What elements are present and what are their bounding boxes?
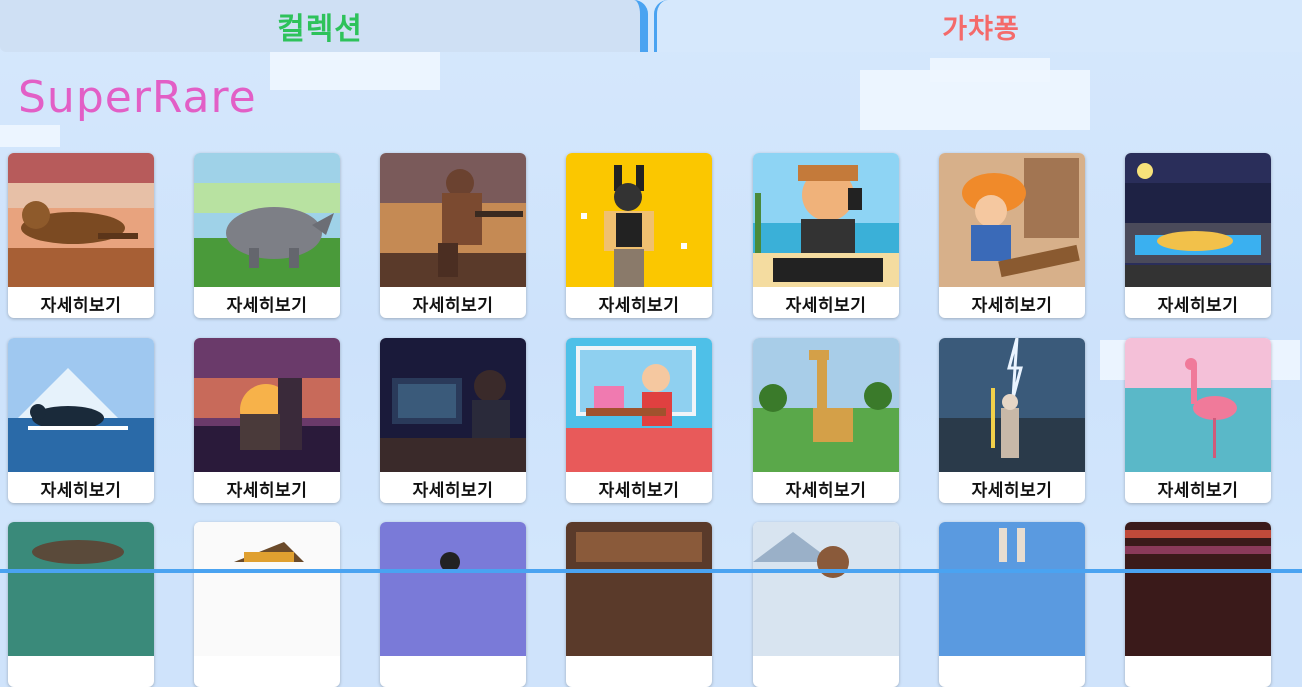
collection-card[interactable]: 자세히보기 (194, 153, 340, 318)
collection-card[interactable]: 자세히보기 (1125, 338, 1271, 503)
detail-button-label: 자세히보기 (1157, 480, 1239, 501)
detail-button-label: 자세히보기 (785, 480, 867, 501)
collection-card[interactable]: 자세히보기 (194, 338, 340, 503)
card-thumbnail (380, 338, 526, 472)
card-thumbnail (194, 522, 340, 656)
card-thumbnail (753, 153, 899, 287)
card-thumbnail (566, 522, 712, 656)
section-title: SuperRare (18, 72, 257, 123)
card-thumbnail (753, 522, 899, 656)
collection-card[interactable]: 자세히보기 (566, 338, 712, 503)
collection-card[interactable] (8, 522, 154, 687)
detail-button-label: 자세히보기 (412, 295, 494, 316)
card-thumbnail (1125, 153, 1271, 287)
collection-card[interactable]: 자세히보기 (753, 338, 899, 503)
card-thumbnail (939, 153, 1085, 287)
collection-card[interactable] (380, 522, 526, 687)
detail-button-label: 자세히보기 (40, 295, 122, 316)
collection-card[interactable] (1125, 522, 1271, 687)
card-thumbnail (753, 338, 899, 472)
detail-button-label: 자세히보기 (40, 480, 122, 501)
cloud (0, 125, 60, 147)
detail-button-label: 자세히보기 (785, 295, 867, 316)
card-thumbnail (380, 153, 526, 287)
detail-button-label: 자세히보기 (1157, 295, 1239, 316)
collection-card[interactable]: 자세히보기 (939, 338, 1085, 503)
collection-card[interactable]: 자세히보기 (566, 153, 712, 318)
card-thumbnail (194, 338, 340, 472)
detail-button-label: 자세히보기 (226, 295, 308, 316)
card-thumbnail (939, 338, 1085, 472)
collection-card[interactable]: 자세히보기 (939, 153, 1085, 318)
collection-card[interactable]: 자세히보기 (380, 338, 526, 503)
collection-card[interactable]: 자세히보기 (753, 153, 899, 318)
collection-card[interactable] (566, 522, 712, 687)
tab-bar: 컬렉션 가챠퐁 (0, 0, 1302, 54)
tab-collection[interactable]: 컬렉션 (0, 0, 648, 52)
detail-button-label: 자세히보기 (971, 480, 1053, 501)
collection-card[interactable] (939, 522, 1085, 687)
card-thumbnail (566, 338, 712, 472)
card-thumbnail (566, 153, 712, 287)
card-thumbnail (1125, 522, 1271, 656)
collection-card[interactable]: 자세히보기 (8, 338, 154, 503)
collection-card[interactable]: 자세히보기 (1125, 153, 1271, 318)
cloud (930, 58, 1050, 82)
card-thumbnail (380, 522, 526, 656)
card-thumbnail (8, 338, 154, 472)
tab-gachapon[interactable]: 가챠퐁 (654, 0, 1302, 52)
collection-card[interactable]: 자세히보기 (8, 153, 154, 318)
collection-card[interactable] (194, 522, 340, 687)
detail-button-label: 자세히보기 (226, 480, 308, 501)
detail-button-label: 자세히보기 (598, 480, 680, 501)
detail-button-label: 자세히보기 (412, 480, 494, 501)
collection-card[interactable]: 자세히보기 (380, 153, 526, 318)
card-thumbnail (8, 153, 154, 287)
card-thumbnail (1125, 338, 1271, 472)
card-thumbnail (194, 153, 340, 287)
detail-button-label: 자세히보기 (971, 295, 1053, 316)
collection-card[interactable] (753, 522, 899, 687)
bottom-border (0, 569, 1302, 573)
card-thumbnail (8, 522, 154, 656)
card-thumbnail (939, 522, 1085, 656)
detail-button-label: 자세히보기 (598, 295, 680, 316)
